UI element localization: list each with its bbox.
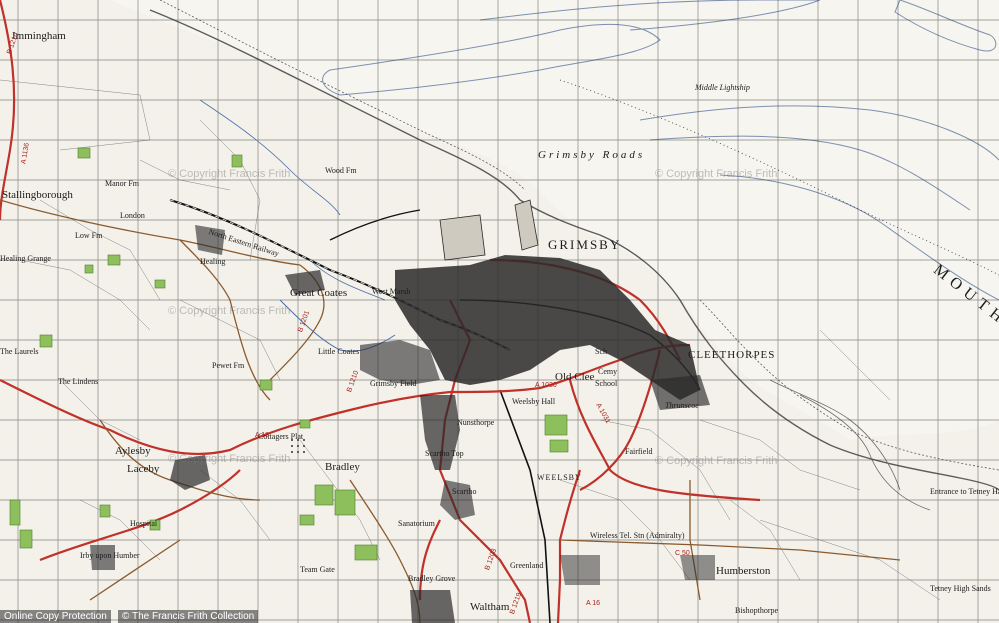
footer-copyright: © The Francis Frith Collection — [118, 610, 259, 623]
place-label-waltham: Waltham — [470, 601, 510, 613]
place-label-west-marsh: West Marsh — [372, 287, 411, 296]
place-label-the-lindens: The Lindens — [58, 377, 99, 386]
watermark: © Copyright Francis Frith — [655, 455, 778, 467]
place-label-wood-farm: Wood Fm — [325, 166, 357, 175]
place-label-healing: Healing — [200, 257, 226, 266]
place-label-bishopthorpe: Bishopthorpe — [735, 606, 779, 615]
watermark: © Copyright Francis Frith — [168, 168, 291, 180]
place-label-irby-upon-humber: Irby upon Humber — [80, 551, 140, 560]
place-label-scartho: Scartho — [452, 487, 477, 496]
place-label-hospital: Hospital — [130, 519, 158, 528]
railway-docks — [329, 209, 421, 241]
place-label-stallingborough: Stallingborough — [2, 189, 73, 201]
place-label-old-clee: Old Clee — [555, 371, 595, 383]
place-label-cemy: Cemy — [598, 367, 618, 376]
place-label-greenland: Greenland — [510, 561, 544, 570]
road-number-a18: A 18 — [255, 432, 270, 439]
place-label-fairfield: Fairfield — [625, 447, 653, 456]
docks — [439, 199, 539, 261]
place-label-cleethorpes: CLEETHORPES — [688, 349, 776, 361]
road-number-a16: A 16 — [586, 600, 601, 607]
place-label-immingham: Immingham — [12, 30, 66, 42]
place-label-sch: Sch — [595, 347, 607, 356]
place-label-laceby: Laceby — [127, 463, 160, 475]
place-label-low-farm: Low Fm — [75, 231, 103, 240]
place-label-school: School — [595, 379, 618, 388]
place-label-healing-grange: Healing Grange — [0, 254, 51, 263]
railway-south — [499, 389, 551, 623]
place-label-humberston: Humberston — [716, 565, 771, 577]
place-label-weelsby: WEELSBY — [537, 473, 582, 482]
place-label-middle-lightship: Middle Lightship — [695, 83, 750, 92]
place-label-the-laurels: The Laurels — [0, 347, 39, 356]
place-label-grimsby: GRIMSBY — [548, 237, 622, 252]
watermark: © Copyright Francis Frith — [168, 453, 291, 465]
place-label-grimsby-field: Grimsby Field — [370, 379, 417, 388]
place-label-london: London — [120, 211, 145, 220]
place-label-pewet: Pewet Fm — [212, 361, 245, 370]
place-label-little-coates: Little Coates — [318, 347, 360, 356]
map-viewport[interactable]: Immingham Stallingborough Healing Great … — [0, 0, 999, 623]
map-graphics — [0, 0, 999, 623]
place-label-tetney-high-sands: Tetney High Sands — [930, 584, 991, 593]
place-label-great-coates: Great Coates — [290, 287, 348, 299]
place-label-manor-farm: Manor Fm — [105, 179, 139, 188]
watermark: © Copyright Francis Frith — [655, 168, 778, 180]
watermark: © Copyright Francis Frith — [168, 305, 291, 317]
feature-label-grimsby-roads: Grimsby Roads — [538, 149, 646, 161]
place-label-thrunscoe: Thrunscoe — [665, 401, 699, 410]
place-label-nunsthorpe: Nunsthorpe — [457, 418, 495, 427]
place-label-scartho-top: Scartho Top — [425, 449, 464, 458]
footer-copy-protection: Online Copy Protection — [0, 610, 111, 623]
place-label-bradley-grove: Bradley Grove — [408, 574, 456, 583]
place-label-entrance-tetney-haven: Entrance to Tetney Haven — [930, 487, 999, 496]
place-label-team-gate: Team Gate — [300, 565, 335, 574]
place-label-wireless-station: Wireless Tel. Stn (Admiralty) — [590, 531, 685, 540]
drain — [199, 99, 341, 216]
road-number-c50: C 50 — [675, 550, 690, 557]
place-label-bradley: Bradley — [325, 461, 360, 473]
place-label-aylesby: Aylesby — [115, 445, 151, 457]
place-label-sanatorium: Sanatorium — [398, 519, 435, 528]
place-label-weelsby-hall: Weelsby Hall — [512, 397, 556, 406]
road-number-a1030: A 1030 — [535, 382, 557, 389]
